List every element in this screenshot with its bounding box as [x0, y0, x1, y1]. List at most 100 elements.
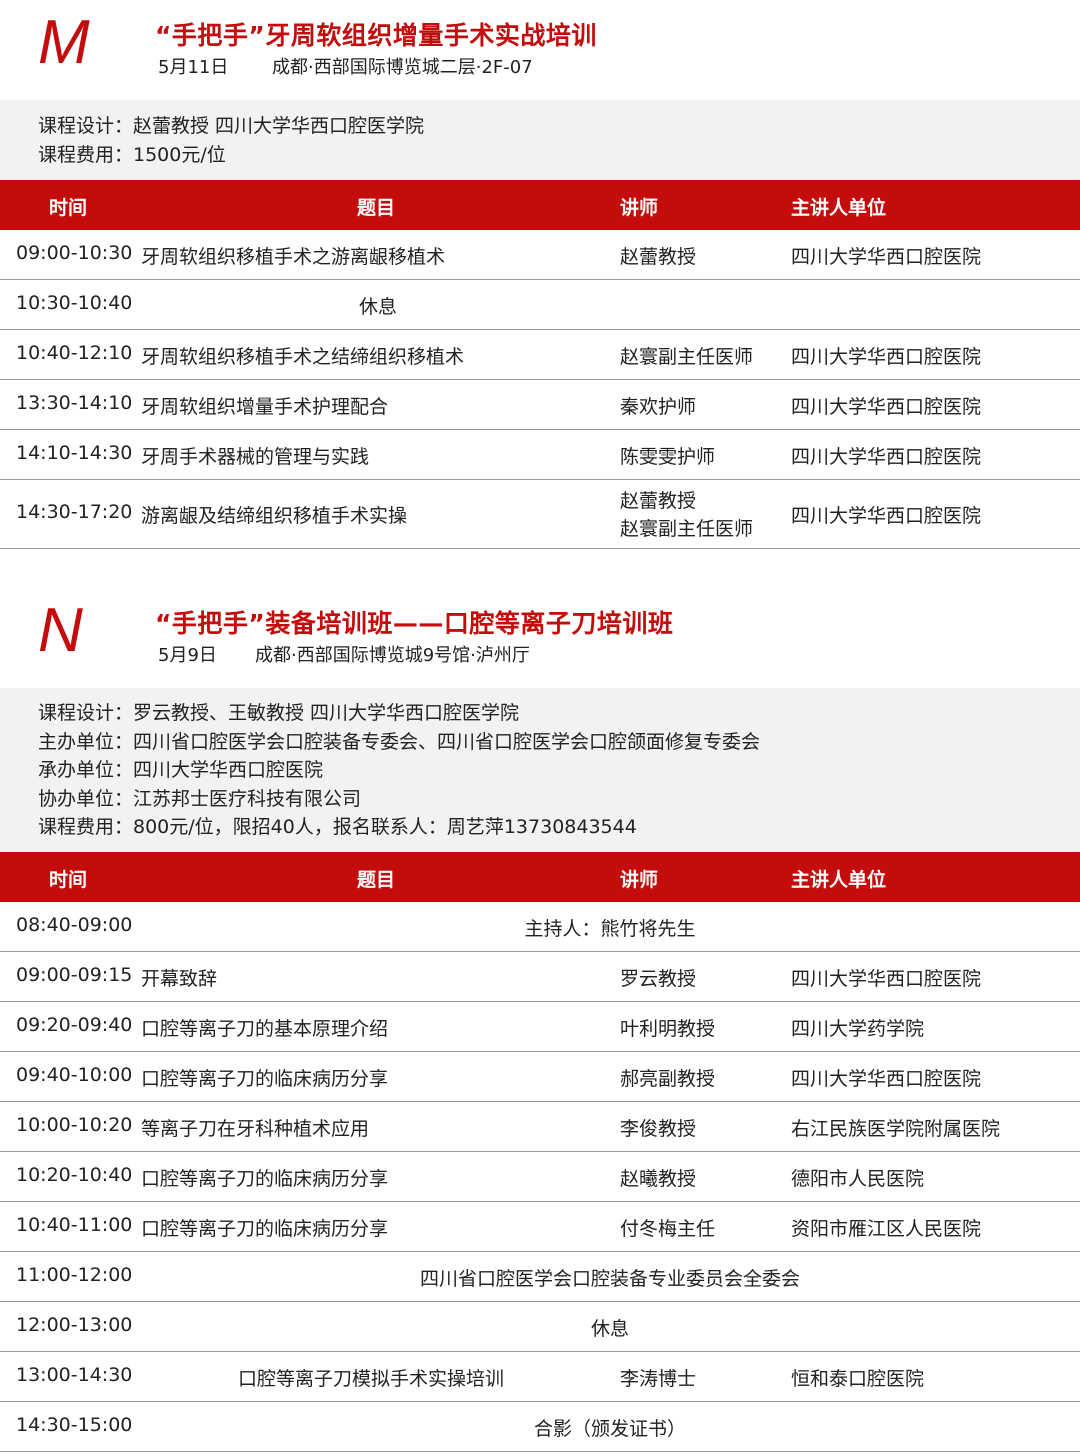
header-speaker: 讲师	[620, 197, 659, 219]
row-unit: 四川大学华西口腔医院	[791, 346, 982, 368]
row-speaker: 陈雯雯护师	[620, 446, 716, 468]
header-unit: 主讲人单位	[791, 197, 887, 219]
table-row: 09:20-09:40 口腔等离子刀的基本原理介绍 叶利明教授 四川大学药学院	[0, 1002, 1080, 1052]
table-row: 14:10-14:30 牙周手术器械的管理与实践 陈雯雯护师 四川大学华西口腔医…	[0, 430, 1080, 480]
row-topic: 牙周软组织移植手术之结缔组织移植术	[141, 346, 465, 368]
row-unit: 德阳市人民医院	[791, 1168, 925, 1190]
row-time: 12:00-13:00	[16, 1314, 133, 1336]
row-speaker: 罗云教授	[620, 968, 697, 990]
row-time: 08:40-09:00	[16, 914, 133, 936]
schedule-table: 09:00-10:30 牙周软组织移植手术之游离龈移植术 赵蕾教授 四川大学华西…	[0, 230, 1080, 549]
row-time: 09:00-10:30	[16, 242, 133, 264]
row-topic: 开幕致辞	[141, 968, 218, 990]
row-unit: 四川大学药学院	[791, 1018, 925, 1040]
course-section-n: N “手把手”装备培训班——口腔等离子刀培训班 5月9日 成都·西部国际博览城9…	[0, 588, 1080, 1452]
info-line-fee: 课程费用：800元/位，限招40人，报名联系人：周艺萍13730843544	[38, 816, 637, 838]
section-letter: N	[38, 596, 83, 665]
row-topic: 牙周软组织增量手术护理配合	[141, 396, 389, 418]
schedule-table: 08:40-09:00 主持人：熊竹将先生 09:00-09:15 开幕致辞 罗…	[0, 902, 1080, 1452]
table-row: 10:20-10:40 口腔等离子刀的临床病历分享 赵曦教授 德阳市人民医院	[0, 1152, 1080, 1202]
course-date: 5月11日	[158, 57, 229, 78]
row-time: 11:00-12:00	[16, 1264, 133, 1286]
row-time: 10:40-11:00	[16, 1214, 133, 1236]
row-speaker: 赵寰副主任医师	[620, 346, 754, 368]
course-section-m: M “手把手”牙周软组织增量手术实战培训 5月11日 成都·西部国际博览城二层·…	[0, 0, 1080, 549]
table-row: 14:30-17:20 游离龈及结缔组织移植手术实操 赵蕾教授 赵寰副主任医师 …	[0, 480, 1080, 549]
table-row: 10:40-12:10 牙周软组织移植手术之结缔组织移植术 赵寰副主任医师 四川…	[0, 330, 1080, 380]
row-time: 10:00-10:20	[16, 1114, 133, 1136]
row-speaker: 赵蕾教授	[620, 490, 697, 512]
table-row: 13:30-14:10 牙周软组织增量手术护理配合 秦欢护师 四川大学华西口腔医…	[0, 380, 1080, 430]
row-topic: 牙周手术器械的管理与实践	[141, 446, 370, 468]
row-unit: 资阳市雁江区人民医院	[791, 1218, 982, 1240]
course-venue: 成都·西部国际博览城二层·2F-07	[272, 57, 533, 78]
row-speaker: 郝亮副教授	[620, 1068, 716, 1090]
table-row: 09:00-09:15 开幕致辞 罗云教授 四川大学华西口腔医院	[0, 952, 1080, 1002]
row-speaker: 赵蕾教授	[620, 246, 697, 268]
row-unit: 右江民族医学院附属医院	[791, 1118, 1001, 1140]
row-unit: 四川大学华西口腔医院	[791, 1068, 982, 1090]
row-speakers: 赵蕾教授 赵寰副主任医师	[620, 487, 753, 543]
info-line-host: 主办单位：四川省口腔医学会口腔装备专委会、四川省口腔医学会口腔颌面修复专委会	[38, 730, 761, 753]
row-topic: 合影（颁发证书）	[533, 1418, 686, 1440]
table-row: 08:40-09:00 主持人：熊竹将先生	[0, 902, 1080, 952]
row-topic: 四川省口腔医学会口腔装备专业委员会全委会	[419, 1268, 800, 1290]
row-topic: 休息	[358, 296, 397, 318]
course-venue: 成都·西部国际博览城9号馆·泸州厅	[255, 645, 530, 666]
row-topic: 主持人：熊竹将先生	[524, 918, 696, 940]
row-speaker-second: 赵寰副主任医师	[620, 518, 754, 540]
table-row: 14:30-15:00 合影（颁发证书）	[0, 1402, 1080, 1452]
row-speaker: 秦欢护师	[620, 396, 697, 418]
table-row: 09:00-10:30 牙周软组织移植手术之游离龈移植术 赵蕾教授 四川大学华西…	[0, 230, 1080, 280]
row-unit: 四川大学华西口腔医院	[791, 446, 982, 468]
row-topic: 游离龈及结缔组织移植手术实操	[141, 505, 408, 527]
row-speaker: 赵曦教授	[620, 1168, 697, 1190]
row-topic: 口腔等离子刀的临床病历分享	[141, 1218, 389, 1240]
course-title: “手把手”装备培训班——口腔等离子刀培训班	[155, 609, 674, 638]
row-unit: 四川大学华西口腔医院	[791, 968, 982, 990]
course-header: N “手把手”装备培训班——口腔等离子刀培训班 5月9日 成都·西部国际博览城9…	[0, 588, 1080, 688]
row-topic: 口腔等离子刀模拟手术实操培训	[238, 1368, 505, 1390]
course-header: M “手把手”牙周软组织增量手术实战培训 5月11日 成都·西部国际博览城二层·…	[0, 0, 1080, 100]
course-title: “手把手”牙周软组织增量手术实战培训	[155, 21, 597, 50]
row-time: 14:10-14:30	[16, 442, 133, 464]
header-speaker: 讲师	[620, 869, 659, 891]
header-topic: 题目	[357, 869, 396, 891]
row-unit: 四川大学华西口腔医院	[791, 505, 982, 527]
course-info: 课程设计：赵蕾教授 四川大学华西口腔医学院 课程费用：1500元/位	[0, 100, 1080, 180]
table-header: 时间 题目 讲师 主讲人单位	[0, 180, 1080, 230]
row-topic: 口腔等离子刀的临床病历分享	[141, 1068, 389, 1090]
row-speaker: 李涛博士	[620, 1368, 697, 1390]
row-time: 10:40-12:10	[16, 342, 133, 364]
row-topic: 牙周软组织移植手术之游离龈移植术	[141, 246, 446, 268]
info-line-fee: 课程费用：1500元/位	[38, 143, 226, 166]
row-topic: 口腔等离子刀的临床病历分享	[141, 1168, 389, 1190]
row-topic: 口腔等离子刀的基本原理介绍	[141, 1018, 389, 1040]
table-row: 10:30-10:40 休息	[0, 280, 1080, 330]
info-line-organizer: 承办单位：四川大学华西口腔医院	[38, 759, 324, 781]
row-topic: 等离子刀在牙科种植术应用	[141, 1118, 370, 1140]
row-time: 14:30-15:00	[16, 1414, 133, 1436]
info-line-design: 课程设计：赵蕾教授 四川大学华西口腔医学院	[38, 115, 425, 137]
row-time: 13:30-14:10	[16, 392, 133, 414]
row-time: 09:40-10:00	[16, 1064, 133, 1086]
row-time: 13:00-14:30	[16, 1364, 133, 1386]
course-date: 5月9日	[158, 645, 217, 666]
row-unit: 恒和泰口腔医院	[791, 1368, 925, 1390]
row-speaker: 李俊教授	[620, 1118, 697, 1140]
table-row: 09:40-10:00 口腔等离子刀的临床病历分享 郝亮副教授 四川大学华西口腔…	[0, 1052, 1080, 1102]
row-time: 09:00-09:15	[16, 964, 133, 986]
table-row: 10:40-11:00 口腔等离子刀的临床病历分享 付冬梅主任 资阳市雁江区人民…	[0, 1202, 1080, 1252]
row-speaker: 叶利明教授	[620, 1018, 716, 1040]
header-time: 时间	[49, 197, 88, 219]
info-line-design: 课程设计：罗云教授、王敏教授 四川大学华西口腔医学院	[38, 702, 520, 724]
table-row: 11:00-12:00 四川省口腔医学会口腔装备专业委员会全委会	[0, 1252, 1080, 1302]
info-line-co-organizer: 协办单位：江苏邦士医疗科技有限公司	[38, 787, 362, 810]
row-time: 14:30-17:20	[16, 501, 133, 523]
course-info: 课程设计：罗云教授、王敏教授 四川大学华西口腔医学院 主办单位：四川省口腔医学会…	[0, 688, 1080, 852]
table-row: 12:00-13:00 休息	[0, 1302, 1080, 1352]
table-row: 10:00-10:20 等离子刀在牙科种植术应用 李俊教授 右江民族医学院附属医…	[0, 1102, 1080, 1152]
section-letter: M	[38, 8, 90, 77]
header-unit: 主讲人单位	[791, 869, 887, 891]
row-unit: 四川大学华西口腔医院	[791, 246, 982, 268]
